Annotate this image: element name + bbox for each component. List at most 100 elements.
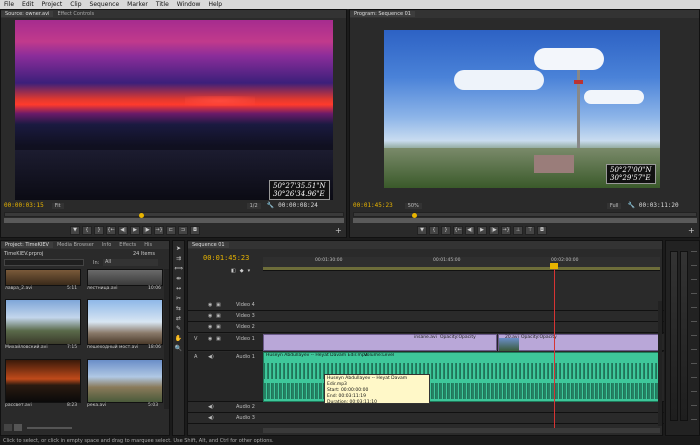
source-fit-select[interactable]: Fit	[51, 202, 64, 209]
eye-icon[interactable]: ◉	[208, 302, 212, 308]
thumb-staircase[interactable]	[87, 269, 163, 286]
menu-item-sequence[interactable]: Sequence	[86, 1, 124, 8]
rate-stretch-tool-icon[interactable]: ↔	[176, 285, 181, 292]
sequence-timecode[interactable]: 00:01:45:23	[203, 254, 249, 262]
lift-icon[interactable]: ⊥	[513, 225, 523, 235]
program-zoom-bar[interactable]	[353, 218, 697, 223]
tab-source[interactable]: Source: owner.avi	[1, 11, 54, 17]
out-point-icon[interactable]: }	[94, 225, 104, 235]
lock-icon[interactable]: ▣	[216, 302, 221, 308]
thumb-bridge[interactable]	[87, 299, 163, 345]
menu-item-edit[interactable]: Edit	[18, 1, 38, 8]
target-track-icon[interactable]: A	[194, 354, 197, 360]
export-frame-icon[interactable]: ◘	[190, 225, 200, 235]
target-track-icon[interactable]: V	[194, 336, 197, 342]
hand-tool-icon[interactable]: ✋	[175, 335, 182, 342]
selection-tool-icon[interactable]: ➤	[176, 245, 181, 252]
thumb-mikhailovsky[interactable]	[5, 299, 81, 345]
audio-clip[interactable]: Huseyn Abdullayev -- Heyat Davam Edir.mp…	[263, 352, 660, 402]
tab-history[interactable]: His	[140, 242, 156, 248]
playhead-line[interactable]	[554, 263, 555, 431]
icon-view-icon[interactable]	[14, 424, 22, 431]
eye-icon[interactable]: ◉	[208, 324, 212, 330]
thumb-river[interactable]	[87, 359, 163, 403]
zoom-tool-icon[interactable]: 🔍	[175, 345, 182, 352]
play-icon[interactable]: ▶	[130, 225, 140, 235]
speaker-icon[interactable]: ◀)	[208, 404, 214, 410]
add-button-icon[interactable]: +	[335, 226, 342, 235]
lock-icon[interactable]: ▣	[216, 324, 221, 330]
goto-in-icon[interactable]: {←	[453, 225, 463, 235]
list-view-icon[interactable]	[4, 424, 12, 431]
menu-item-file[interactable]: File	[0, 1, 18, 8]
tab-media-browser[interactable]: Media Browser	[53, 242, 98, 248]
program-timecode-current[interactable]: 00:01:45:23	[353, 202, 393, 209]
razor-tool-icon[interactable]: ✂	[176, 295, 181, 302]
goto-out-icon[interactable]: →}	[501, 225, 511, 235]
insert-icon[interactable]: ⊏	[166, 225, 176, 235]
menu-item-project[interactable]: Project	[38, 1, 67, 8]
pen-tool-icon[interactable]: ✎	[176, 325, 181, 332]
tab-info[interactable]: Info	[98, 242, 115, 248]
zoom-slider[interactable]	[27, 427, 72, 429]
eye-icon[interactable]: ◉	[208, 313, 212, 319]
menu-item-window[interactable]: Window	[173, 1, 205, 8]
eye-icon[interactable]: ◉	[208, 336, 212, 342]
source-zoom-bar[interactable]	[4, 218, 344, 223]
in-point-icon[interactable]: {	[429, 225, 439, 235]
export-frame-icon[interactable]: ◘	[537, 225, 547, 235]
work-area-bar[interactable]	[263, 267, 660, 270]
thumb-sunrise[interactable]	[5, 359, 81, 403]
playhead-handle[interactable]	[550, 263, 558, 269]
wrench-icon[interactable]: 🔧	[267, 202, 274, 209]
speaker-icon[interactable]: ◀)	[208, 415, 214, 421]
program-quality-select[interactable]: Full	[606, 202, 622, 209]
out-point-icon[interactable]: }	[441, 225, 451, 235]
step-back-icon[interactable]: ◀|	[465, 225, 475, 235]
slide-tool-icon[interactable]: ⇄	[176, 315, 181, 322]
step-forward-icon[interactable]: |▶	[489, 225, 499, 235]
play-icon[interactable]: ▶	[477, 225, 487, 235]
in-point-icon[interactable]: {	[82, 225, 92, 235]
video-clip-insane[interactable]: insane.avi Opacity:Opacity	[263, 334, 497, 351]
tab-program[interactable]: Program: Sequence 01	[350, 11, 415, 17]
lock-icon[interactable]: ▣	[216, 336, 221, 342]
vertical-scrollbar[interactable]	[658, 301, 662, 426]
marker-icon[interactable]: ▼	[70, 225, 80, 235]
rolling-edit-tool-icon[interactable]: ⇹	[176, 275, 181, 282]
tab-project[interactable]: Project: TimeKIEV	[1, 242, 53, 248]
tab-effect-controls[interactable]: Effect Controls	[53, 11, 98, 17]
goto-in-icon[interactable]: {←	[106, 225, 116, 235]
program-zoom-select[interactable]: 50%	[404, 202, 422, 209]
program-scrubber[interactable]	[353, 212, 697, 218]
thumb-lavra[interactable]	[5, 269, 81, 286]
step-forward-icon[interactable]: |▶	[142, 225, 152, 235]
snap-icon[interactable]: ◧	[231, 268, 236, 274]
sequence-marker-icon[interactable]: ▾	[248, 268, 251, 274]
timeline-ruler[interactable]: 00:01:30:00 00:01:45:00 00:02:00:00	[263, 257, 660, 271]
add-button-icon[interactable]: +	[688, 226, 695, 235]
tab-effects[interactable]: Effects	[115, 242, 140, 248]
extract-icon[interactable]: ⊤	[525, 225, 535, 235]
source-resolution-select[interactable]: 1/2	[246, 202, 261, 209]
menu-item-marker[interactable]: Marker	[123, 1, 152, 8]
slip-tool-icon[interactable]: ⇆	[176, 305, 181, 312]
menu-item-help[interactable]: Help	[204, 1, 226, 8]
menu-item-title[interactable]: Title	[152, 1, 173, 8]
source-scrubber[interactable]	[4, 212, 344, 218]
track-select-tool-icon[interactable]: ⇉	[176, 255, 181, 262]
tab-sequence[interactable]: Sequence 01	[188, 242, 229, 248]
lock-icon[interactable]: ▣	[216, 313, 221, 319]
video-clip-20[interactable]: 20.avi Opacity:Opacity	[498, 334, 660, 351]
wrench-icon[interactable]: 🔧	[627, 202, 634, 209]
ripple-edit-tool-icon[interactable]: ⟺	[174, 265, 183, 272]
timeline-scrollbar[interactable]	[263, 428, 660, 433]
goto-out-icon[interactable]: →}	[154, 225, 164, 235]
speaker-icon[interactable]: ◀)	[208, 354, 214, 360]
marker-icon[interactable]: ▼	[417, 225, 427, 235]
step-back-icon[interactable]: ◀|	[118, 225, 128, 235]
project-search-input[interactable]	[4, 259, 84, 266]
project-scrollbar[interactable]	[164, 269, 169, 409]
menu-item-clip[interactable]: Clip	[66, 1, 85, 8]
source-timecode-current[interactable]: 00:00:03:15	[4, 202, 44, 209]
